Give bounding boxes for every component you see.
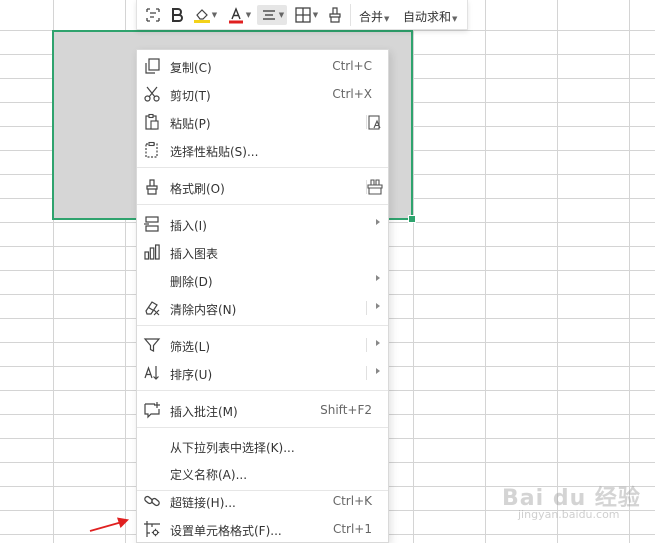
menu-item-paste-special[interactable]: 选择性粘贴(S)...: [137, 136, 388, 164]
chevron-down-icon: ▼: [312, 11, 319, 19]
paste-special-icon: [143, 141, 161, 159]
wrap-text-button[interactable]: [143, 5, 163, 25]
paste-icon: [143, 113, 161, 131]
merge-label: 合并: [359, 10, 384, 24]
menu-item-clear-contents[interactable]: 清除内容(N): [137, 294, 388, 322]
toolbar-divider: [350, 4, 351, 26]
chevron-down-icon: ▼: [452, 15, 458, 23]
format-painter-button[interactable]: [325, 5, 345, 25]
menu-item-insert-chart[interactable]: 插入图表: [137, 238, 388, 266]
eraser-icon: [143, 299, 161, 317]
menu-item-label: 剪切(T): [170, 89, 211, 103]
menu-separator: [137, 390, 388, 391]
comment-icon: [143, 401, 161, 419]
format-painter-multi-icon[interactable]: [366, 178, 384, 196]
autosum-button[interactable]: 自动求和▼: [403, 8, 457, 25]
scissors-icon: [143, 85, 161, 103]
menu-item-label: 选择性粘贴(S)...: [170, 145, 259, 159]
menu-item-label: 设置单元格格式(F)...: [170, 524, 282, 538]
menu-item-sort[interactable]: 排序(U): [137, 359, 388, 387]
menu-item-hyperlink[interactable]: 超链接(H)... Ctrl+K: [137, 487, 388, 515]
copy-icon: [143, 57, 161, 75]
menu-item-filter[interactable]: 筛选(L): [137, 331, 388, 359]
menu-item-label: 插入(I): [170, 219, 207, 233]
menu-item-shortcut: Ctrl+K: [332, 494, 372, 508]
menu-item-shortcut: Shift+F2: [320, 403, 372, 417]
format-cells-icon: [143, 520, 161, 538]
menu-item-label: 超链接(H)...: [170, 496, 236, 510]
menu-item-insert-comment[interactable]: 插入批注(M) Shift+F2: [137, 396, 388, 424]
menu-item-format-cells[interactable]: 设置单元格格式(F)... Ctrl+1: [137, 515, 388, 543]
context-menu: 复制(C) Ctrl+C 剪切(T) Ctrl+X 粘贴(P) 选择性粘贴(S)…: [136, 49, 389, 543]
menu-item-label: 粘贴(P): [170, 117, 211, 131]
menu-item-define-name[interactable]: 定义名称(A)...: [137, 459, 388, 487]
menu-item-shortcut: Ctrl+C: [332, 59, 372, 73]
menu-separator: [137, 167, 388, 168]
menu-item-shortcut: Ctrl+X: [332, 87, 372, 101]
font-color-button[interactable]: ▼: [225, 5, 253, 25]
submenu-arrow-icon: [376, 219, 380, 225]
menu-separator: [137, 427, 388, 428]
menu-item-divider: [366, 366, 367, 380]
menu-item-label: 排序(U): [170, 368, 213, 382]
insert-icon: [143, 215, 161, 233]
chevron-down-icon: ▼: [245, 11, 252, 19]
bold-icon: [172, 8, 183, 22]
filter-icon: [143, 336, 161, 354]
borders-button[interactable]: ▼: [291, 5, 321, 25]
menu-item-divider: [366, 301, 367, 315]
borders-icon: [295, 7, 311, 23]
chevron-down-icon: ▼: [278, 11, 285, 19]
link-icon: [143, 492, 161, 510]
menu-item-format-painter[interactable]: 格式刷(O): [137, 173, 388, 201]
menu-item-label: 复制(C): [170, 61, 212, 75]
format-painter-icon: [329, 7, 341, 23]
menu-separator: [137, 325, 388, 326]
merge-button[interactable]: 合并▼: [359, 8, 389, 25]
menu-item-pick-from-list[interactable]: 从下拉列表中选择(K)...: [137, 432, 388, 460]
sort-icon: [143, 364, 161, 382]
autosum-label: 自动求和: [403, 10, 452, 24]
paste-text-icon[interactable]: [366, 113, 384, 131]
chevron-down-icon: ▼: [384, 15, 390, 23]
fill-color-button[interactable]: ▼: [191, 5, 219, 25]
font-color-icon: [228, 7, 243, 24]
menu-item-paste[interactable]: 粘贴(P): [137, 108, 388, 136]
menu-item-label: 定义名称(A)...: [170, 468, 248, 482]
mini-toolbar: ▼ ▼ ▼ ▼ 合并▼ 自动求和▼: [136, 0, 468, 30]
chart-icon: [143, 243, 161, 261]
menu-item-label: 格式刷(O): [170, 182, 225, 196]
menu-item-label: 删除(D): [170, 275, 213, 289]
menu-item-shortcut: Ctrl+1: [332, 522, 372, 536]
submenu-arrow-icon: [376, 275, 380, 281]
format-painter-icon: [143, 178, 161, 196]
align-center-icon: [262, 10, 275, 20]
submenu-arrow-icon: [376, 303, 380, 309]
menu-item-divider: [366, 338, 367, 352]
submenu-arrow-icon: [376, 340, 380, 346]
fill-handle[interactable]: [408, 215, 416, 223]
menu-item-cut[interactable]: 剪切(T) Ctrl+X: [137, 80, 388, 108]
menu-item-label: 插入批注(M): [170, 405, 238, 419]
menu-separator: [137, 204, 388, 205]
submenu-arrow-icon: [376, 368, 380, 374]
menu-item-label: 清除内容(N): [170, 303, 237, 317]
menu-item-insert[interactable]: 插入(I): [137, 210, 388, 238]
menu-item-label: 插入图表: [170, 247, 219, 261]
annotation-arrow-icon: [89, 517, 129, 532]
watermark-url: jingyan.baidu.com: [518, 508, 620, 521]
fill-color-icon: [193, 9, 210, 23]
wrap-text-icon: [146, 8, 160, 22]
chevron-down-icon: ▼: [211, 11, 218, 19]
menu-item-copy[interactable]: 复制(C) Ctrl+C: [137, 52, 388, 80]
menu-item-label: 从下拉列表中选择(K)...: [170, 441, 295, 455]
bold-button[interactable]: [167, 5, 187, 25]
align-center-button[interactable]: ▼: [257, 5, 287, 25]
menu-item-delete[interactable]: 删除(D): [137, 266, 388, 294]
menu-item-label: 筛选(L): [170, 340, 211, 354]
